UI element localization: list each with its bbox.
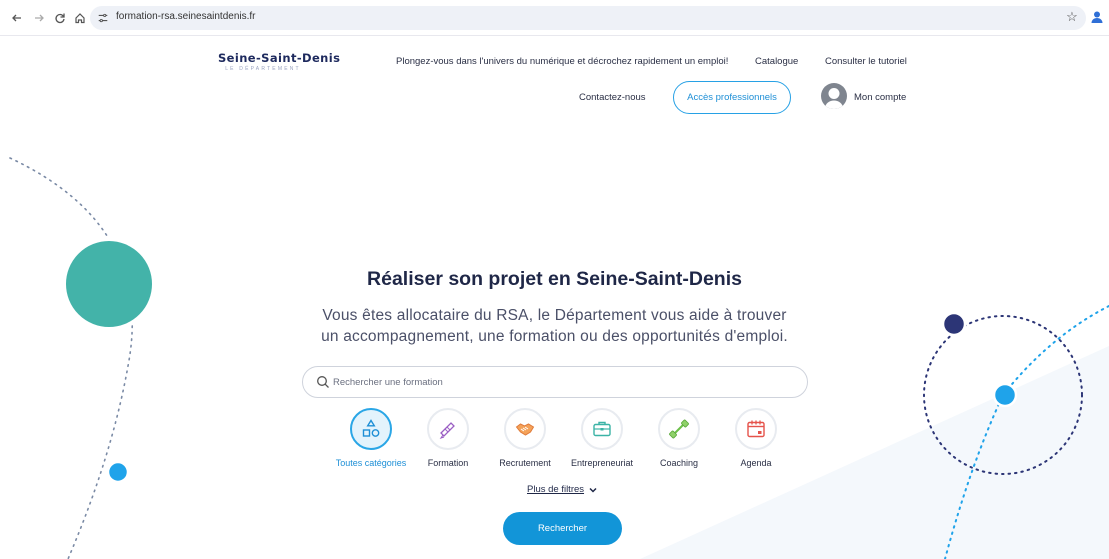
page-subtitle: Vous êtes allocataire du RSA, le Départe… [0, 305, 1109, 347]
contact-link[interactable]: Contactez-nous [579, 92, 646, 103]
shapes-icon [362, 419, 380, 437]
calendar-icon [747, 420, 765, 438]
address-bar[interactable]: formation-rsa.seinesaintdenis.fr [90, 6, 1086, 30]
back-icon[interactable] [8, 9, 26, 27]
tutorial-link[interactable]: Consulter le tutoriel [825, 56, 907, 67]
browser-toolbar: formation-rsa.seinesaintdenis.fr ☆ [0, 0, 1109, 36]
url-text: formation-rsa.seinesaintdenis.fr [116, 11, 256, 22]
search-input[interactable] [333, 373, 793, 391]
dumbbell-icon [669, 419, 689, 439]
catalogue-link[interactable]: Catalogue [755, 56, 798, 67]
department-logo[interactable]: Seine-Saint-Denis LE DÉPARTEMENT [218, 51, 341, 78]
subtitle-line-2: un accompagnement, une formation ou des … [321, 328, 788, 345]
chevron-down-icon[interactable] [588, 485, 598, 495]
category-agenda[interactable]: Agenda [716, 408, 796, 470]
logo-subtitle: LE DÉPARTEMENT [225, 66, 301, 72]
forward-icon[interactable] [30, 9, 48, 27]
bookmark-star-icon[interactable]: ☆ [1064, 9, 1080, 25]
small-blue-dot-left [106, 460, 130, 484]
briefcase-icon [593, 421, 611, 437]
category-all-circle[interactable] [350, 408, 392, 450]
logo-text: Seine-Saint-Denis [218, 51, 341, 65]
site-settings-icon[interactable] [96, 11, 110, 25]
pro-access-button[interactable]: Accès professionnels [673, 81, 791, 114]
category-formation-circle[interactable] [427, 408, 469, 450]
account-link[interactable]: Mon compte [854, 92, 906, 103]
diploma-icon [439, 422, 455, 440]
browser-profile-icon[interactable] [1089, 9, 1105, 25]
search-icon [317, 376, 329, 388]
handshake-icon [515, 423, 535, 436]
reload-icon[interactable] [51, 9, 69, 27]
subtitle-line-1: Vous êtes allocataire du RSA, le Départe… [322, 307, 787, 324]
home-icon[interactable] [71, 9, 89, 27]
more-filters-link[interactable]: Plus de filtres [527, 484, 584, 495]
search-submit-button[interactable]: Rechercher [503, 512, 622, 545]
left-dotted-arc [9, 157, 133, 559]
category-entrepreneuriat-circle[interactable] [581, 408, 623, 450]
search-bar[interactable] [302, 366, 808, 398]
category-agenda-label: Agenda [740, 458, 772, 468]
avatar[interactable] [821, 83, 847, 109]
blue-dot-right [992, 382, 1018, 408]
page-title: Réaliser son projet en Seine-Saint-Denis [367, 268, 742, 290]
category-agenda-circle[interactable] [735, 408, 777, 450]
category-recrutement-circle[interactable] [504, 408, 546, 450]
background-decoration [9, 157, 1109, 559]
category-coaching-circle[interactable] [658, 408, 700, 450]
tagline-link[interactable]: Plongez-vous dans l'univers du numérique… [396, 56, 728, 67]
